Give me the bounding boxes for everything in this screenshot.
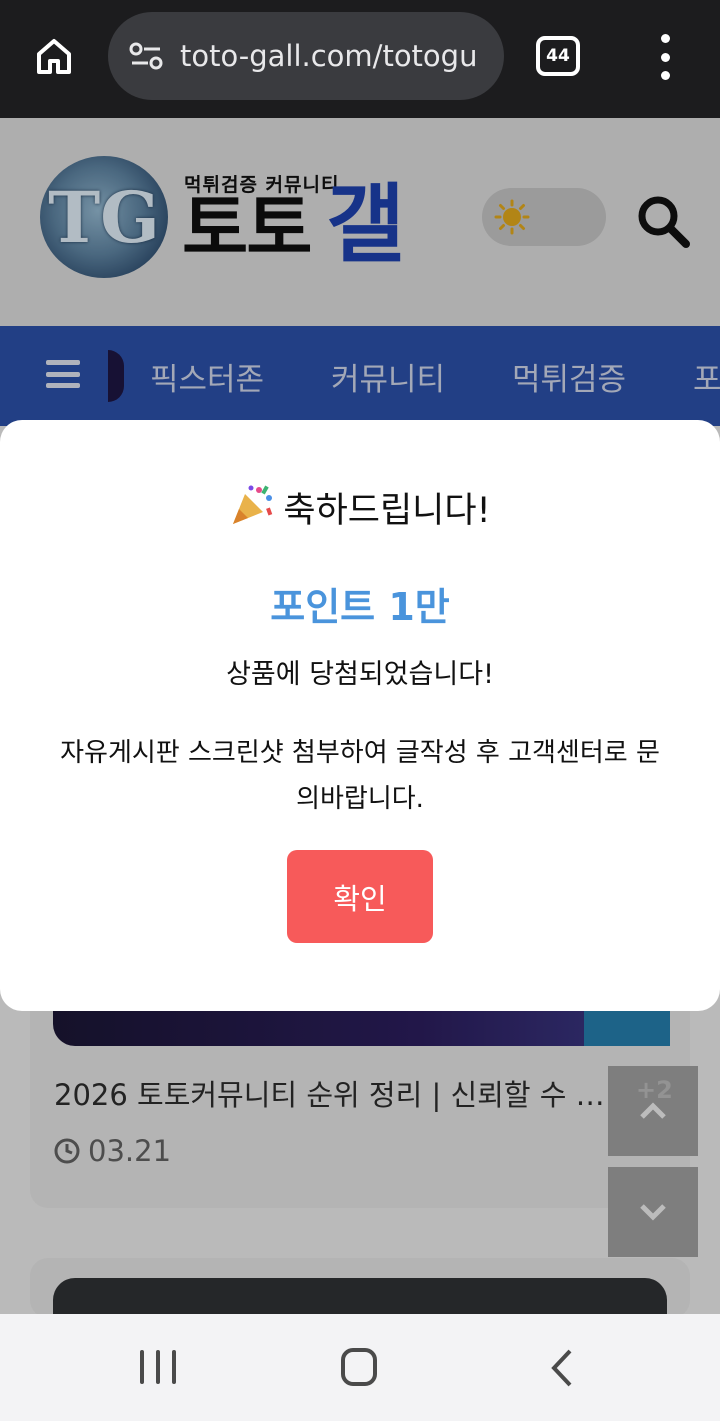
modal-instructions: 자유게시판 스크린샷 첨부하여 글작성 후 고객센터로 문의바랍니다.: [60, 738, 660, 814]
browser-toolbar: toto-gall.com/totogu 44: [0, 0, 720, 118]
system-nav-bar: [0, 1314, 720, 1421]
congrats-modal: 축하드립니다! 포인트 1만 상품에 당첨되었습니다! 자유게시판 스크린샷 첨…: [0, 420, 720, 1011]
party-popper-icon: [233, 485, 273, 524]
address-bar[interactable]: toto-gall.com/totogu: [108, 12, 504, 100]
more-options-icon[interactable]: [650, 34, 680, 80]
home-icon[interactable]: [30, 32, 78, 80]
site-settings-icon[interactable]: [126, 36, 166, 76]
prize-text: 포인트 1만: [270, 585, 450, 629]
tab-switcher-button[interactable]: 44: [536, 36, 580, 76]
android-home-icon[interactable]: [341, 1348, 377, 1386]
confirm-button[interactable]: 확인: [287, 850, 433, 943]
recent-apps-icon[interactable]: [140, 1350, 176, 1384]
modal-title-text: 축하드립니다!: [283, 491, 491, 531]
back-icon[interactable]: [548, 1348, 578, 1388]
modal-title: 축하드립니다!: [0, 482, 720, 533]
modal-message: 상품에 당첨되었습니다!: [226, 659, 494, 690]
url-text: toto-gall.com/totogu: [180, 39, 478, 73]
